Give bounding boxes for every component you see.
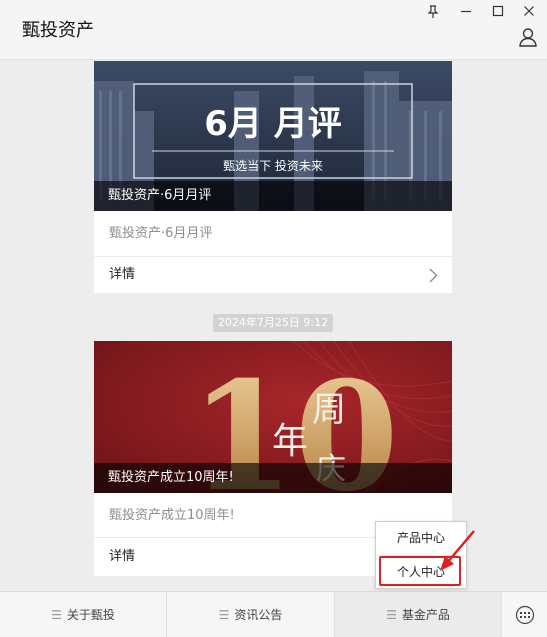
message-timestamp: 2024年7月25日 9:12 (213, 314, 333, 332)
app-title: 甄投资产 (22, 20, 94, 41)
banner-caption: 甄投资产成立10周年! (94, 463, 452, 493)
title-bar: 甄投资产 (0, 0, 547, 60)
banner-caption: 甄投资产·6月月评 (94, 181, 452, 211)
nav-label: 资讯公告 (234, 608, 283, 622)
nav-label: 基金产品 (401, 608, 450, 622)
menu-icon: ☰ (386, 607, 397, 622)
article-card[interactable]: 6月 月评 甄选当下 投资未来 甄投资产·6月月评 甄投资产·6月月评 详情 (94, 61, 452, 293)
nav-fund-products[interactable]: ☰ 基金产品 (335, 592, 502, 637)
banner-script: 年 (272, 421, 308, 462)
detail-link[interactable]: 详情 (94, 257, 452, 293)
detail-label: 详情 (109, 549, 136, 564)
nav-news[interactable]: ☰ 资讯公告 (167, 592, 335, 637)
menu-icon: ☰ (218, 607, 230, 622)
chevron-right-icon (429, 268, 438, 283)
article-description: 甄投资产·6月月评 (94, 211, 452, 257)
keyboard-icon[interactable] (502, 592, 547, 637)
minimize-icon[interactable] (455, 2, 477, 20)
arrow-annotation-icon (440, 530, 475, 571)
banner-script: 周 (312, 390, 346, 430)
detail-label: 详情 (109, 267, 136, 282)
bottom-menu-bar: ☰ 关于甄投 ☰ 资讯公告 ☰ 基金产品 (0, 591, 547, 637)
article-banner[interactable]: 10 年 周 庆 甄投资产成立10周年! (94, 341, 452, 493)
close-icon[interactable] (518, 2, 540, 20)
banner-tagline: 甄选当下 投资未来 (223, 158, 323, 173)
user-icon[interactable] (517, 26, 539, 48)
pin-icon[interactable] (422, 2, 444, 20)
nav-about[interactable]: ☰ 关于甄投 (0, 592, 167, 637)
maximize-icon[interactable] (487, 2, 509, 20)
article-banner[interactable]: 6月 月评 甄选当下 投资未来 甄投资产·6月月评 (94, 61, 452, 211)
nav-label: 关于甄投 (66, 608, 115, 622)
banner-heading: 6月 月评 (204, 104, 342, 144)
menu-icon: ☰ (51, 607, 62, 622)
message-feed[interactable]: 6月 月评 甄选当下 投资未来 甄投资产·6月月评 甄投资产·6月月评 详情 2… (0, 61, 547, 591)
